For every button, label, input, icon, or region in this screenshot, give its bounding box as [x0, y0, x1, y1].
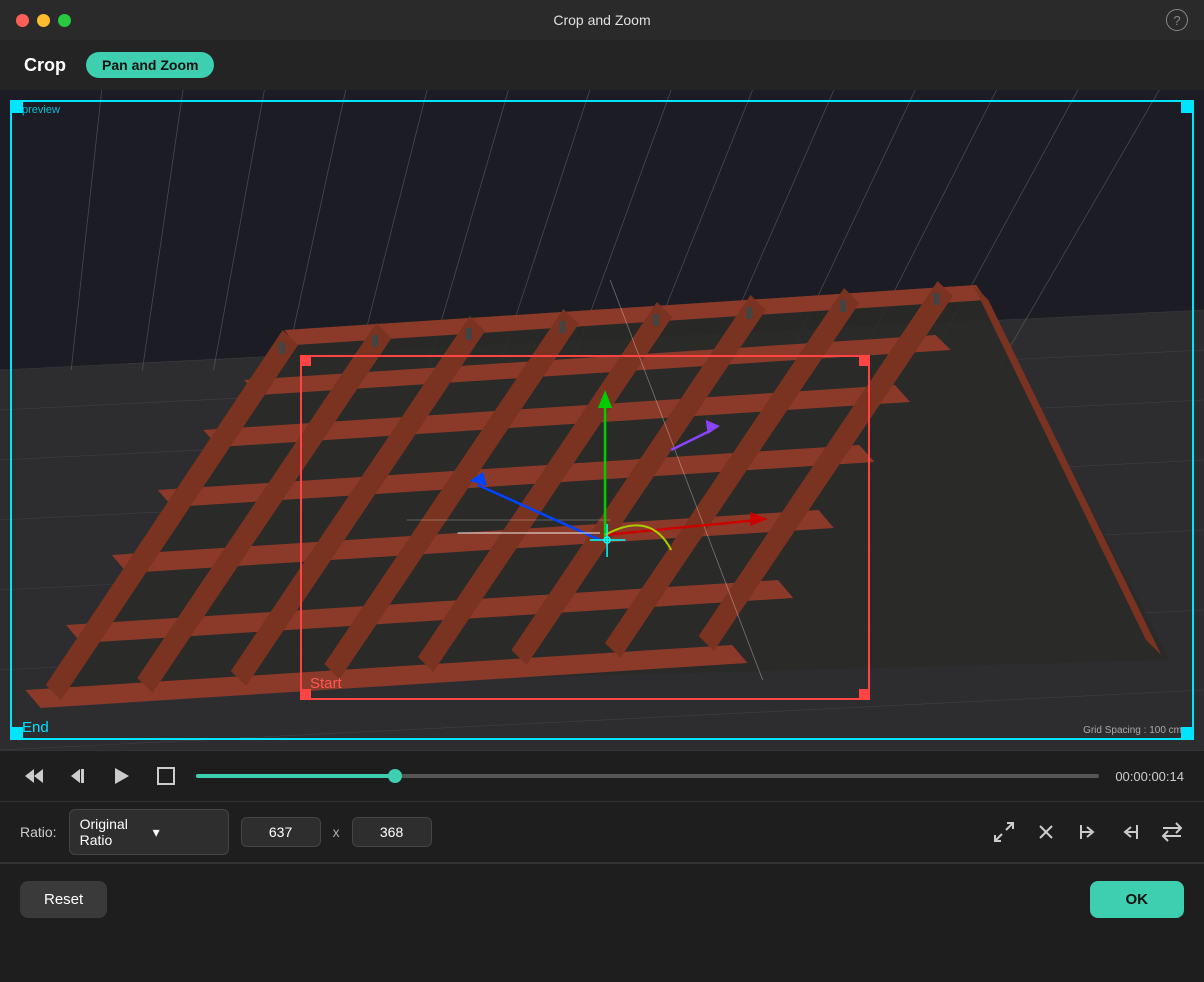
- end-label: End: [22, 719, 49, 736]
- ratio-label: Ratio:: [20, 824, 57, 840]
- grid-spacing-label: Grid Spacing : 100 cm: [1083, 725, 1182, 736]
- reset-button[interactable]: Reset: [20, 881, 107, 918]
- window-title: Crop and Zoom: [553, 12, 650, 28]
- ratio-width-input[interactable]: [241, 817, 321, 847]
- trim-left-icon-button[interactable]: [1118, 820, 1142, 844]
- ratio-height-input[interactable]: [352, 817, 432, 847]
- x-separator: x: [333, 824, 340, 840]
- rewind-button[interactable]: [20, 762, 48, 790]
- scene-background: [0, 90, 1204, 750]
- stop-button[interactable]: [152, 762, 180, 790]
- play-button[interactable]: [108, 762, 136, 790]
- tab-pan-and-zoom[interactable]: Pan and Zoom: [86, 52, 214, 78]
- progress-fill: [196, 774, 395, 778]
- ok-button[interactable]: OK: [1090, 881, 1185, 918]
- swap-icon-button[interactable]: [1160, 820, 1184, 844]
- close-crop-icon-button[interactable]: [1034, 820, 1058, 844]
- progress-thumb[interactable]: [388, 769, 402, 783]
- playback-bar: 00:00:00:14: [0, 751, 1204, 801]
- tabs-bar: Crop Pan and Zoom: [0, 40, 1204, 90]
- ratio-selected-value: Original Ratio: [80, 816, 145, 848]
- help-button[interactable]: ?: [1166, 9, 1188, 31]
- title-bar: Crop and Zoom ?: [0, 0, 1204, 40]
- dropdown-arrow-icon: ▾: [153, 824, 218, 841]
- bottom-bar: Reset OK: [0, 863, 1204, 935]
- close-button[interactable]: [16, 14, 29, 27]
- tab-crop[interactable]: Crop: [24, 55, 66, 76]
- preview-label: preview: [22, 104, 60, 116]
- minimize-button[interactable]: [37, 14, 50, 27]
- ratio-select[interactable]: Original Ratio ▾: [69, 809, 229, 855]
- scene-svg: [0, 90, 1204, 750]
- video-area[interactable]: Start preview End Grid Spacing : 100 cm: [0, 90, 1204, 750]
- ratio-action-icons: [992, 820, 1184, 844]
- step-back-button[interactable]: [64, 762, 92, 790]
- progress-track[interactable]: [196, 774, 1099, 778]
- ratio-bar: Ratio: Original Ratio ▾ x: [0, 802, 1204, 862]
- maximize-button[interactable]: [58, 14, 71, 27]
- window-controls: [16, 14, 71, 27]
- trim-right-icon-button[interactable]: [1076, 820, 1100, 844]
- fullscreen-icon-button[interactable]: [992, 820, 1016, 844]
- time-display: 00:00:00:14: [1115, 769, 1184, 784]
